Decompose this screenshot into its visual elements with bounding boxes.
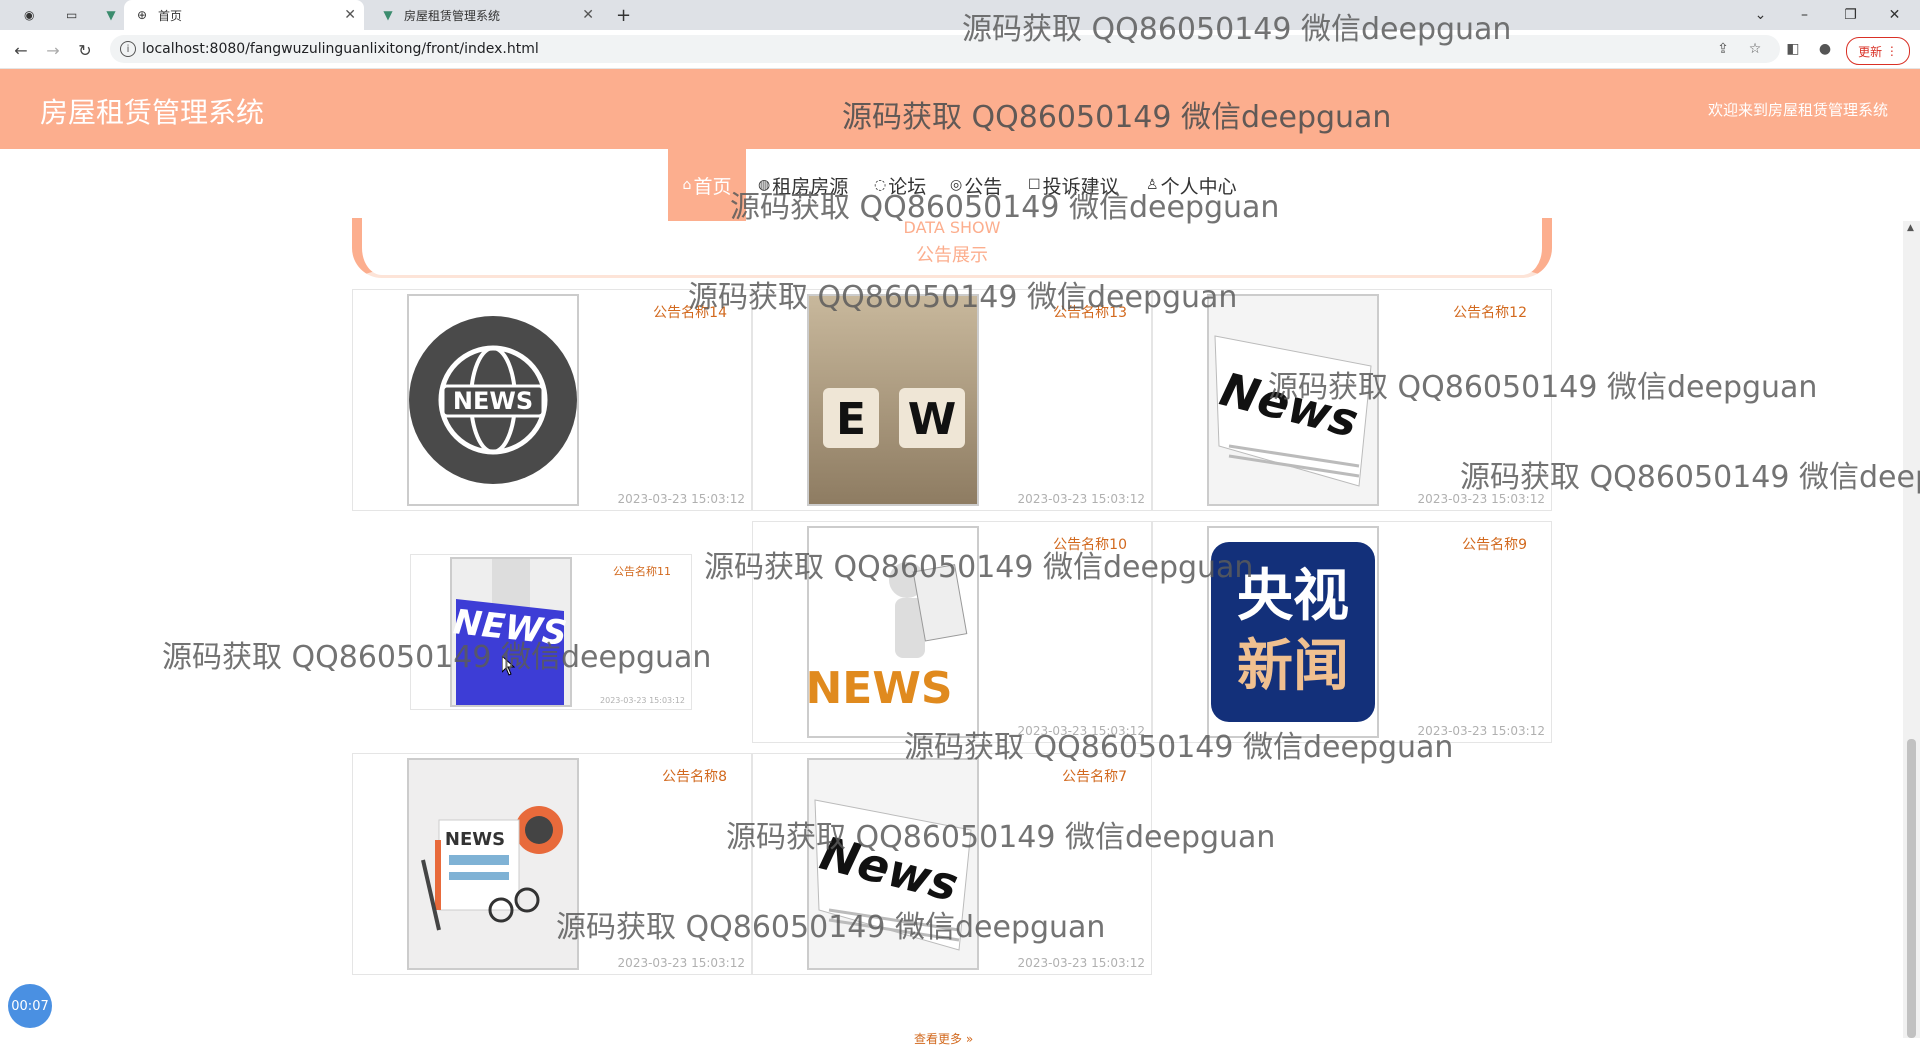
url-text: localhost:8080/fangwuzulinguanlixitong/f… <box>142 41 539 57</box>
card-date: 2023-03-23 15:03:12 <box>617 492 745 506</box>
view-more-link[interactable]: 查看更多 » <box>914 1030 973 1047</box>
tab-home[interactable]: ⊕ 首页 ✕ <box>124 0 364 30</box>
welcome-text: 欢迎来到房屋租赁管理系统 <box>1707 101 1888 119</box>
menu-label: 首页 <box>693 175 732 198</box>
home-icon: ⌂ <box>682 177 692 193</box>
tab-blank-icon[interactable]: ▭ <box>56 0 77 30</box>
svg-text:NEWS: NEWS <box>445 829 505 850</box>
page-scrollbar[interactable]: ▲ <box>1903 221 1920 1038</box>
card-date: 2023-03-23 15:03:12 <box>1017 492 1145 506</box>
card-date: 2023-03-23 15:03:12 <box>600 696 685 705</box>
section-heading: DATA SHOW 公告展示 <box>352 218 1552 278</box>
close-window-button[interactable]: ✕ <box>1872 0 1917 30</box>
tab-title: 首页 <box>158 8 183 23</box>
globe-icon: ⊕ <box>136 8 148 22</box>
close-tab-icon[interactable]: ✕ <box>344 7 356 23</box>
address-bar: ← → ↻ i localhost:8080/fangwuzulinguanli… <box>0 30 1920 69</box>
forward-icon[interactable]: → <box>42 39 64 61</box>
watermark: 源码获取 QQ86050149 微信deepguan <box>1460 460 1920 495</box>
card-image-globe-news: NEWS <box>407 294 579 506</box>
tab-system[interactable]: ▼ 房屋租赁管理系统 ✕ <box>370 0 602 30</box>
watermark: 源码获取 QQ86050149 微信deepguan <box>1268 370 1818 405</box>
section-cn-title: 公告展示 <box>916 245 988 266</box>
share-icon[interactable]: ⇪ <box>1712 38 1734 60</box>
browser-tabbar: ◉ ▭ ▼ ⊕ 首页 ✕ ▼ 房屋租赁管理系统 ✕ + ⌄ – ❐ ✕ <box>0 0 1920 30</box>
tab-vue-icon[interactable]: ▼ <box>96 0 116 30</box>
svg-text:NEWS: NEWS <box>809 663 953 714</box>
watermark: 源码获取 QQ86050149 微信deepguan <box>730 190 1280 225</box>
site-info-icon[interactable]: i <box>120 41 136 57</box>
watermark: 源码获取 QQ86050149 微信deepguan <box>726 820 1276 855</box>
tab-list-icon[interactable]: ⌄ <box>1738 0 1783 30</box>
notice-card[interactable]: E W 公告名称13 2023-03-23 15:03:12 <box>752 289 1152 511</box>
watermark: 源码获取 QQ86050149 微信deepguan <box>688 280 1238 315</box>
card-title: 公告名称9 <box>1462 537 1527 553</box>
vue-icon: ▼ <box>383 8 393 22</box>
new-tab-button[interactable]: + <box>616 0 636 30</box>
card-date: 2023-03-23 15:03:12 <box>617 956 745 970</box>
url-field[interactable]: i localhost:8080/fangwuzulinguanlixitong… <box>110 35 1780 63</box>
update-label: 更新 <box>1858 44 1883 59</box>
tab-title: 房屋租赁管理系统 <box>404 8 501 23</box>
svg-text:E: E <box>836 394 866 445</box>
scrollbar-thumb[interactable] <box>1907 739 1916 1038</box>
svg-text:NEWS: NEWS <box>453 387 533 415</box>
minimize-button[interactable]: – <box>1782 0 1827 30</box>
svg-text:W: W <box>908 394 957 445</box>
close-tab-icon[interactable]: ✕ <box>582 7 594 23</box>
profile-icon[interactable]: ● <box>1814 38 1836 60</box>
watermark: 源码获取 QQ86050149 微信deepguan <box>962 12 1512 47</box>
cctv-line-2: 新闻 <box>1237 634 1349 699</box>
reload-icon[interactable]: ↻ <box>74 39 96 61</box>
scroll-up-icon[interactable]: ▲ <box>1907 223 1914 233</box>
watermark: 源码获取 QQ86050149 微信deepguan <box>556 910 1106 945</box>
notice-card[interactable]: NEWS 公告名称14 2023-03-23 15:03:12 <box>352 289 752 511</box>
tab-search-icon[interactable]: ◉ <box>14 0 34 30</box>
card-image-news-flat: NEWS <box>407 758 579 970</box>
card-title: 公告名称7 <box>1062 769 1127 785</box>
card-title: 公告名称12 <box>1453 305 1527 321</box>
card-title: 公告名称8 <box>662 769 727 785</box>
restore-button[interactable]: ❐ <box>1828 0 1873 30</box>
recording-timer[interactable]: 00:07 <box>8 984 52 1028</box>
card-title: 公告名称11 <box>613 565 671 578</box>
update-button[interactable]: 更新 ⋮ <box>1846 37 1910 65</box>
sidepanel-icon[interactable]: ◧ <box>1782 38 1804 60</box>
back-icon[interactable]: ← <box>10 39 32 61</box>
watermark: 源码获取 QQ86050149 微信deepguan <box>842 100 1392 135</box>
watermark: 源码获取 QQ86050149 微信deepguan <box>904 730 1454 765</box>
card-image-news-blocks: E W <box>807 294 979 506</box>
site-title: 房屋租赁管理系统 <box>40 96 265 129</box>
star-icon[interactable]: ☆ <box>1744 38 1766 60</box>
cctv-line-1: 央视 <box>1237 564 1349 629</box>
card-date: 2023-03-23 15:03:12 <box>1017 956 1145 970</box>
watermark: 源码获取 QQ86050149 微信deepguan <box>162 640 712 675</box>
watermark: 源码获取 QQ86050149 微信deepguan <box>704 550 1254 585</box>
